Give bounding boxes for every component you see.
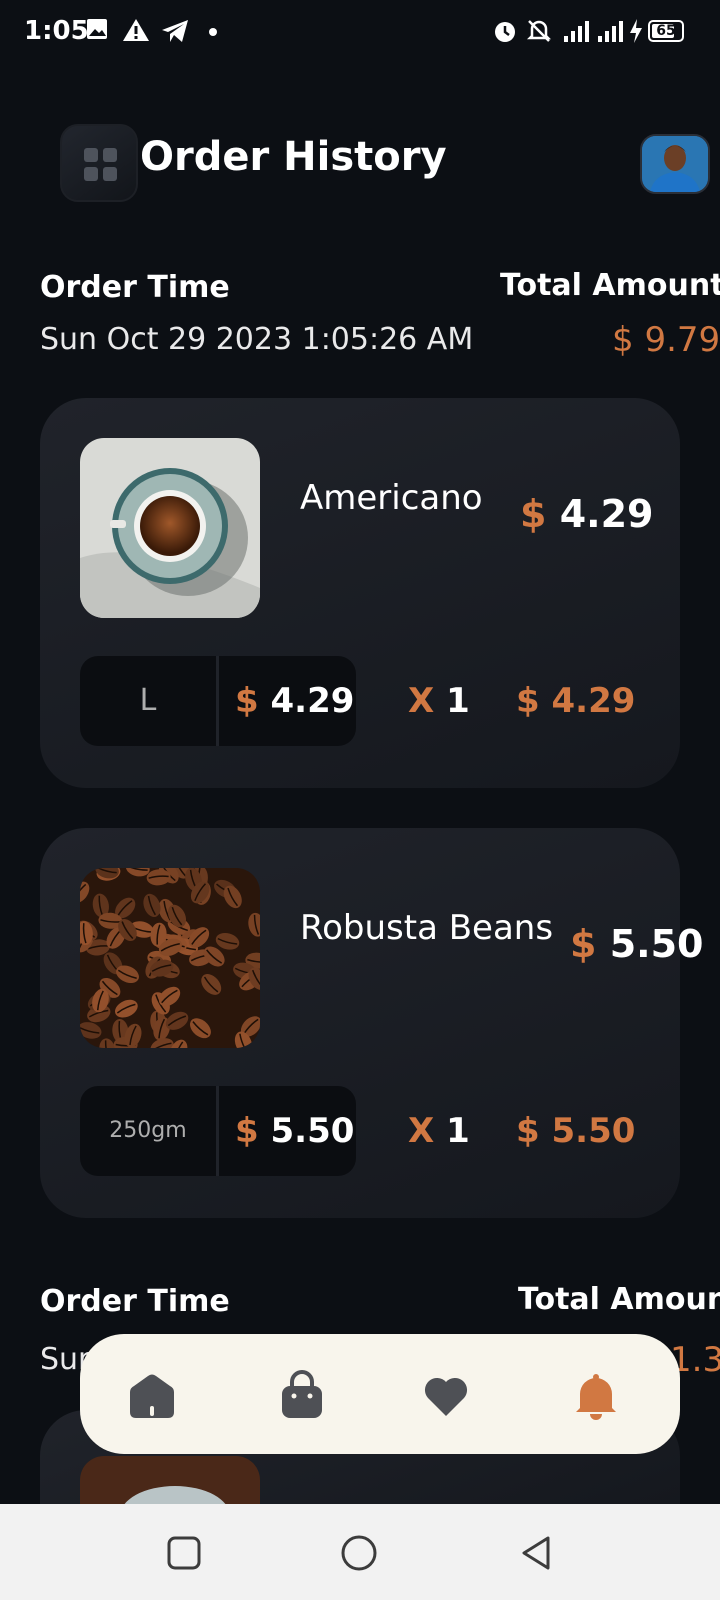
order-time-label: Order Time xyxy=(40,1284,230,1319)
divider xyxy=(216,1086,219,1176)
order-item-card[interactable]: Americano $ 4.29 L $ 4.29 X 1 $ 4.29 xyxy=(40,398,680,788)
avatar[interactable] xyxy=(640,134,710,194)
bottom-nav xyxy=(80,1334,680,1454)
quantity: X 1 xyxy=(408,656,470,746)
price-value: 4.29 xyxy=(559,492,654,536)
currency-symbol: $ xyxy=(520,492,547,536)
heart-icon[interactable] xyxy=(420,1370,472,1422)
page-title: Order History xyxy=(140,134,447,180)
size-label: 250gm xyxy=(109,1118,187,1143)
order-item-card[interactable]: Robusta Beans $ 5.50 250gm $ 5.50 X 1 $ … xyxy=(40,828,703,1218)
total-amount-label: Total Amoun xyxy=(518,1282,720,1317)
size-label: L xyxy=(139,683,157,718)
robusta-beans-image xyxy=(80,868,260,1048)
quantity-prefix: X xyxy=(408,681,435,721)
currency-symbol: $ xyxy=(235,1111,259,1151)
recents-button-icon[interactable] xyxy=(165,1534,203,1572)
menu-button[interactable] xyxy=(60,124,138,202)
product-price: $ 4.29 xyxy=(520,492,653,536)
home-icon[interactable] xyxy=(126,1370,178,1422)
image-icon xyxy=(87,19,107,39)
charging-icon xyxy=(630,19,642,43)
product-price: $ 5.50 xyxy=(570,922,703,966)
divider xyxy=(216,656,219,746)
americano-image xyxy=(80,438,260,618)
quantity-value: 1 xyxy=(446,1111,470,1151)
bag-icon[interactable] xyxy=(276,1370,328,1422)
telegram-icon xyxy=(162,20,188,42)
product-name: Robusta Beans xyxy=(300,908,554,948)
system-navigation-bar xyxy=(0,1504,720,1600)
product-name: Americano xyxy=(300,478,483,518)
quantity-prefix: X xyxy=(408,1111,435,1151)
order-time-value: Sun Oct 29 2023 1:05:26 AM xyxy=(40,322,474,357)
battery-icon: 65 xyxy=(648,20,684,42)
size-price-value: 4.29 xyxy=(270,681,355,721)
status-bar: 1:05 65 xyxy=(0,0,720,64)
line-total: $ 4.29 xyxy=(516,681,636,721)
line-total: $ 5.50 xyxy=(516,1111,636,1151)
warning-icon xyxy=(123,19,149,41)
quantity-value: 1 xyxy=(446,681,470,721)
total-amount-value: $ 9.79 xyxy=(612,320,720,360)
size-price: $ 5.50 xyxy=(235,1086,354,1176)
size-price-box: L $ 4.29 xyxy=(80,656,356,746)
grid-menu-icon xyxy=(84,148,118,182)
size-price-value: 5.50 xyxy=(270,1111,355,1151)
quantity: X 1 xyxy=(408,1086,470,1176)
size-price-box: 250gm $ 5.50 xyxy=(80,1086,356,1176)
alarm-icon xyxy=(495,22,515,42)
signal-icon xyxy=(598,21,623,42)
order-time-label: Order Time xyxy=(40,270,230,305)
battery-level: 65 xyxy=(656,23,676,39)
signal-icon xyxy=(564,21,589,42)
bell-icon[interactable] xyxy=(570,1370,622,1422)
product-image xyxy=(80,1456,260,1504)
profile-avatar-image xyxy=(642,136,708,192)
home-button-icon[interactable] xyxy=(340,1534,378,1572)
back-button-icon[interactable] xyxy=(518,1534,556,1572)
price-value: 5.50 xyxy=(609,922,704,966)
total-amount-label: Total Amount xyxy=(500,268,720,303)
size-price: $ 4.29 xyxy=(235,656,354,746)
dot-icon xyxy=(209,28,217,36)
currency-symbol: $ xyxy=(570,922,597,966)
currency-symbol: $ xyxy=(235,681,259,721)
status-time: 1:05 xyxy=(24,16,89,46)
mute-icon xyxy=(526,20,552,42)
